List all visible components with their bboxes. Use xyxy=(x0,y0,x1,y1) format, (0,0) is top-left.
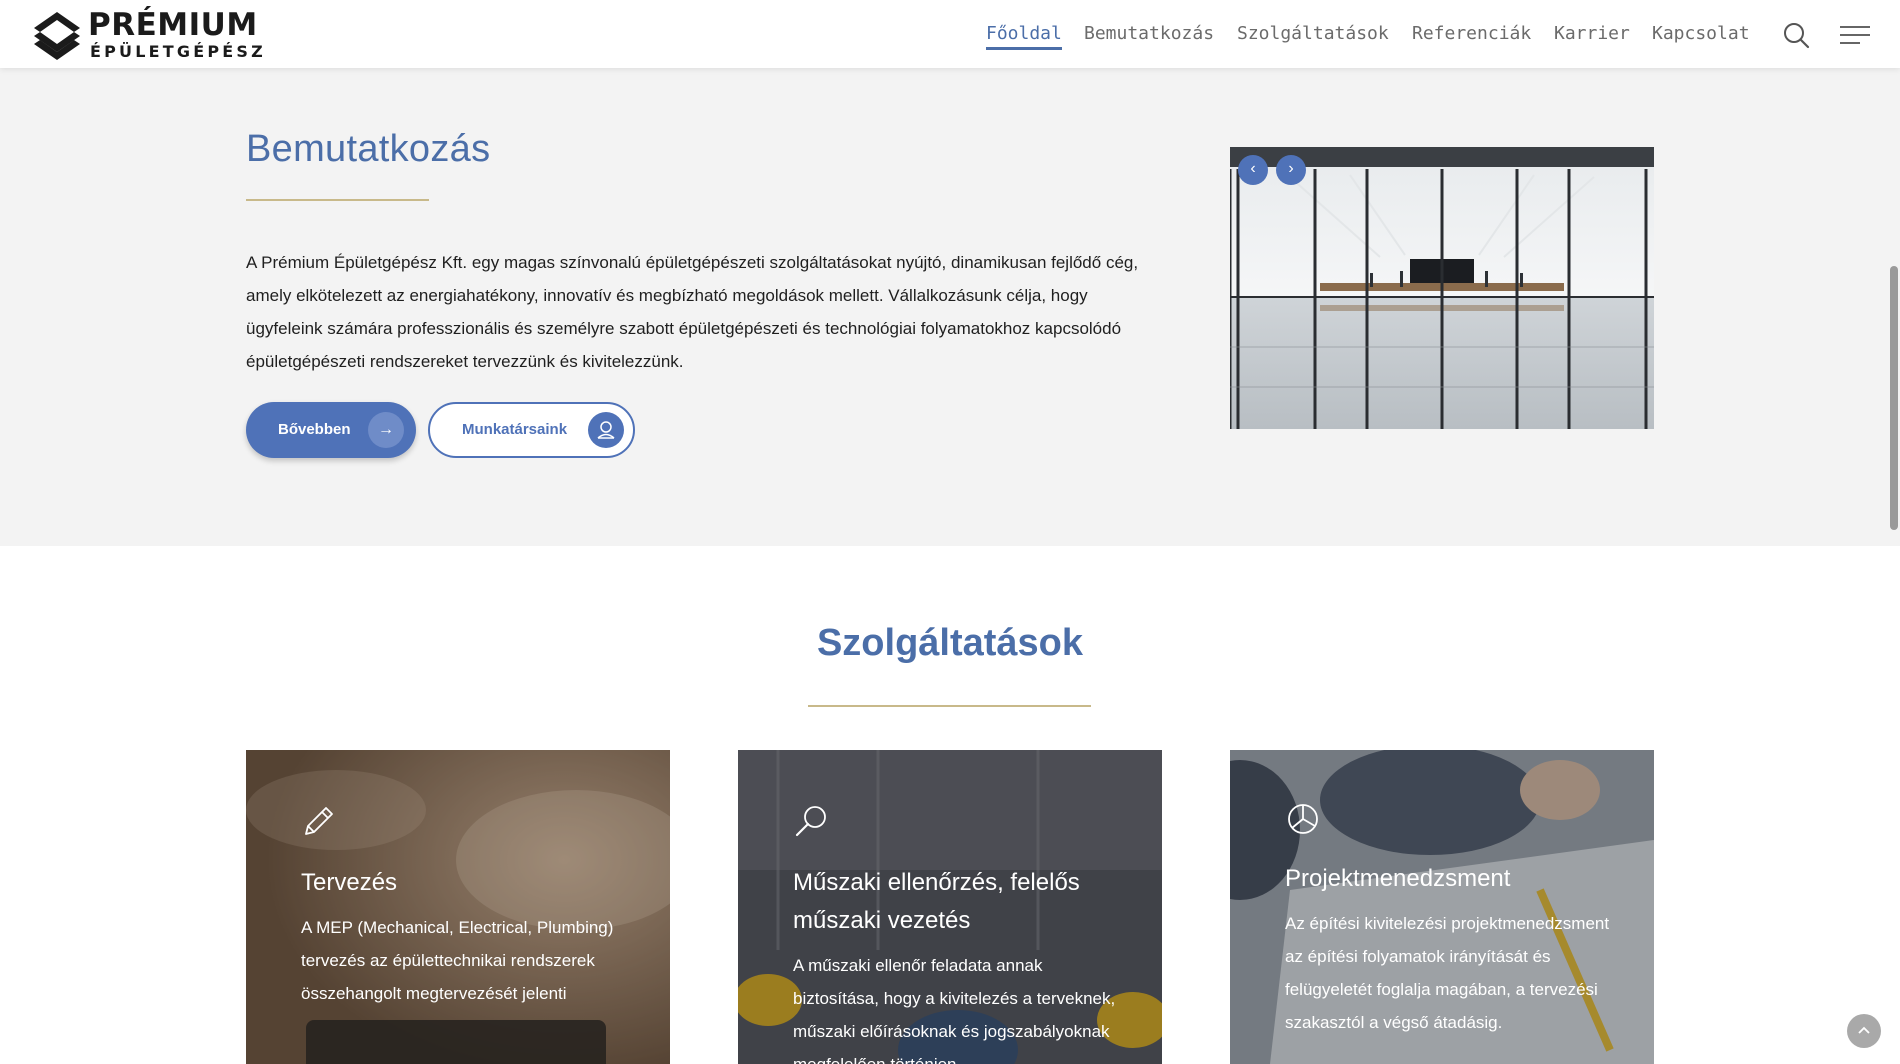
menu-icon[interactable] xyxy=(1838,20,1872,50)
intro-gallery[interactable]: ‹ › xyxy=(1230,147,1654,429)
nav-item-szolgaltatasok[interactable]: Szolgáltatások xyxy=(1237,22,1389,46)
scrollbar-thumb[interactable] xyxy=(1890,266,1898,530)
site-header: PRÉMIUM ÉPÜLETGÉPÉSZ Főoldal Bemutatkozá… xyxy=(0,0,1900,68)
logo-mark-icon xyxy=(34,12,80,60)
card-description: A MEP (Mechanical, Electrical, Plumbing)… xyxy=(301,918,614,1003)
chevron-right-icon[interactable]: › xyxy=(1276,155,1306,185)
services-divider xyxy=(808,705,1091,707)
logo-text: PRÉMIUM xyxy=(88,7,258,43)
intro-title: Bemutatkozás xyxy=(246,128,491,170)
logo-subtext: ÉPÜLETGÉPÉSZ xyxy=(90,42,266,61)
service-card-projektmenedzsment[interactable]: Projektmenedzsment Az építési kivitelezé… xyxy=(1230,750,1654,1064)
team-button-label: Munkatársaink xyxy=(462,421,568,438)
search-icon[interactable] xyxy=(1781,20,1811,50)
title-divider xyxy=(246,199,429,201)
card-title: Projektmenedzsment xyxy=(1285,865,1511,892)
pencil-icon xyxy=(305,807,333,835)
nav-item-referenciak[interactable]: Referenciák xyxy=(1412,22,1531,46)
store-interior-image xyxy=(1230,147,1654,429)
pie-chart-icon xyxy=(1288,804,1318,834)
card-title: Műszaki ellenőrzés, felelős műszaki veze… xyxy=(793,869,1080,934)
nav-item-bemutatkozas[interactable]: Bemutatkozás xyxy=(1084,22,1214,46)
card-description: Az építési kivitelezési projektmenedzsme… xyxy=(1285,914,1610,1032)
arrow-right-icon: → xyxy=(368,412,404,448)
nav-active-underline xyxy=(986,47,1062,50)
chevron-up-icon xyxy=(1858,1026,1870,1034)
scrollbar-track[interactable] xyxy=(1888,68,1900,1064)
nav-item-karrier[interactable]: Karrier xyxy=(1554,22,1630,46)
magnifier-icon xyxy=(795,806,826,837)
logo[interactable]: PRÉMIUM ÉPÜLETGÉPÉSZ xyxy=(30,8,263,62)
intro-text: A Prémium Épületgépész Kft. egy magas sz… xyxy=(246,253,1139,371)
team-button[interactable]: Munkatársaink xyxy=(428,402,635,458)
chevron-left-icon[interactable]: ‹ xyxy=(1238,155,1268,185)
more-button[interactable]: Bővebben → xyxy=(246,402,416,458)
service-card-muszaki-ellenorzes[interactable]: Műszaki ellenőrzés, felelős műszaki veze… xyxy=(738,750,1162,1064)
user-icon xyxy=(588,412,624,448)
back-to-top-button[interactable] xyxy=(1847,1014,1881,1048)
service-card-tervezes[interactable]: Tervezés A MEP (Mechanical, Electrical, … xyxy=(246,750,670,1064)
services-title: Szolgáltatások xyxy=(816,622,1084,664)
card-background xyxy=(246,750,670,1064)
more-button-label: Bővebben xyxy=(278,421,351,438)
card-title: Tervezés xyxy=(301,869,398,896)
nav-item-fooldal[interactable]: Főoldal xyxy=(986,22,1062,46)
nav-item-kapcsolat[interactable]: Kapcsolat xyxy=(1652,22,1750,46)
card-description: A műszaki ellenőr feladata annak biztosí… xyxy=(793,956,1116,1064)
